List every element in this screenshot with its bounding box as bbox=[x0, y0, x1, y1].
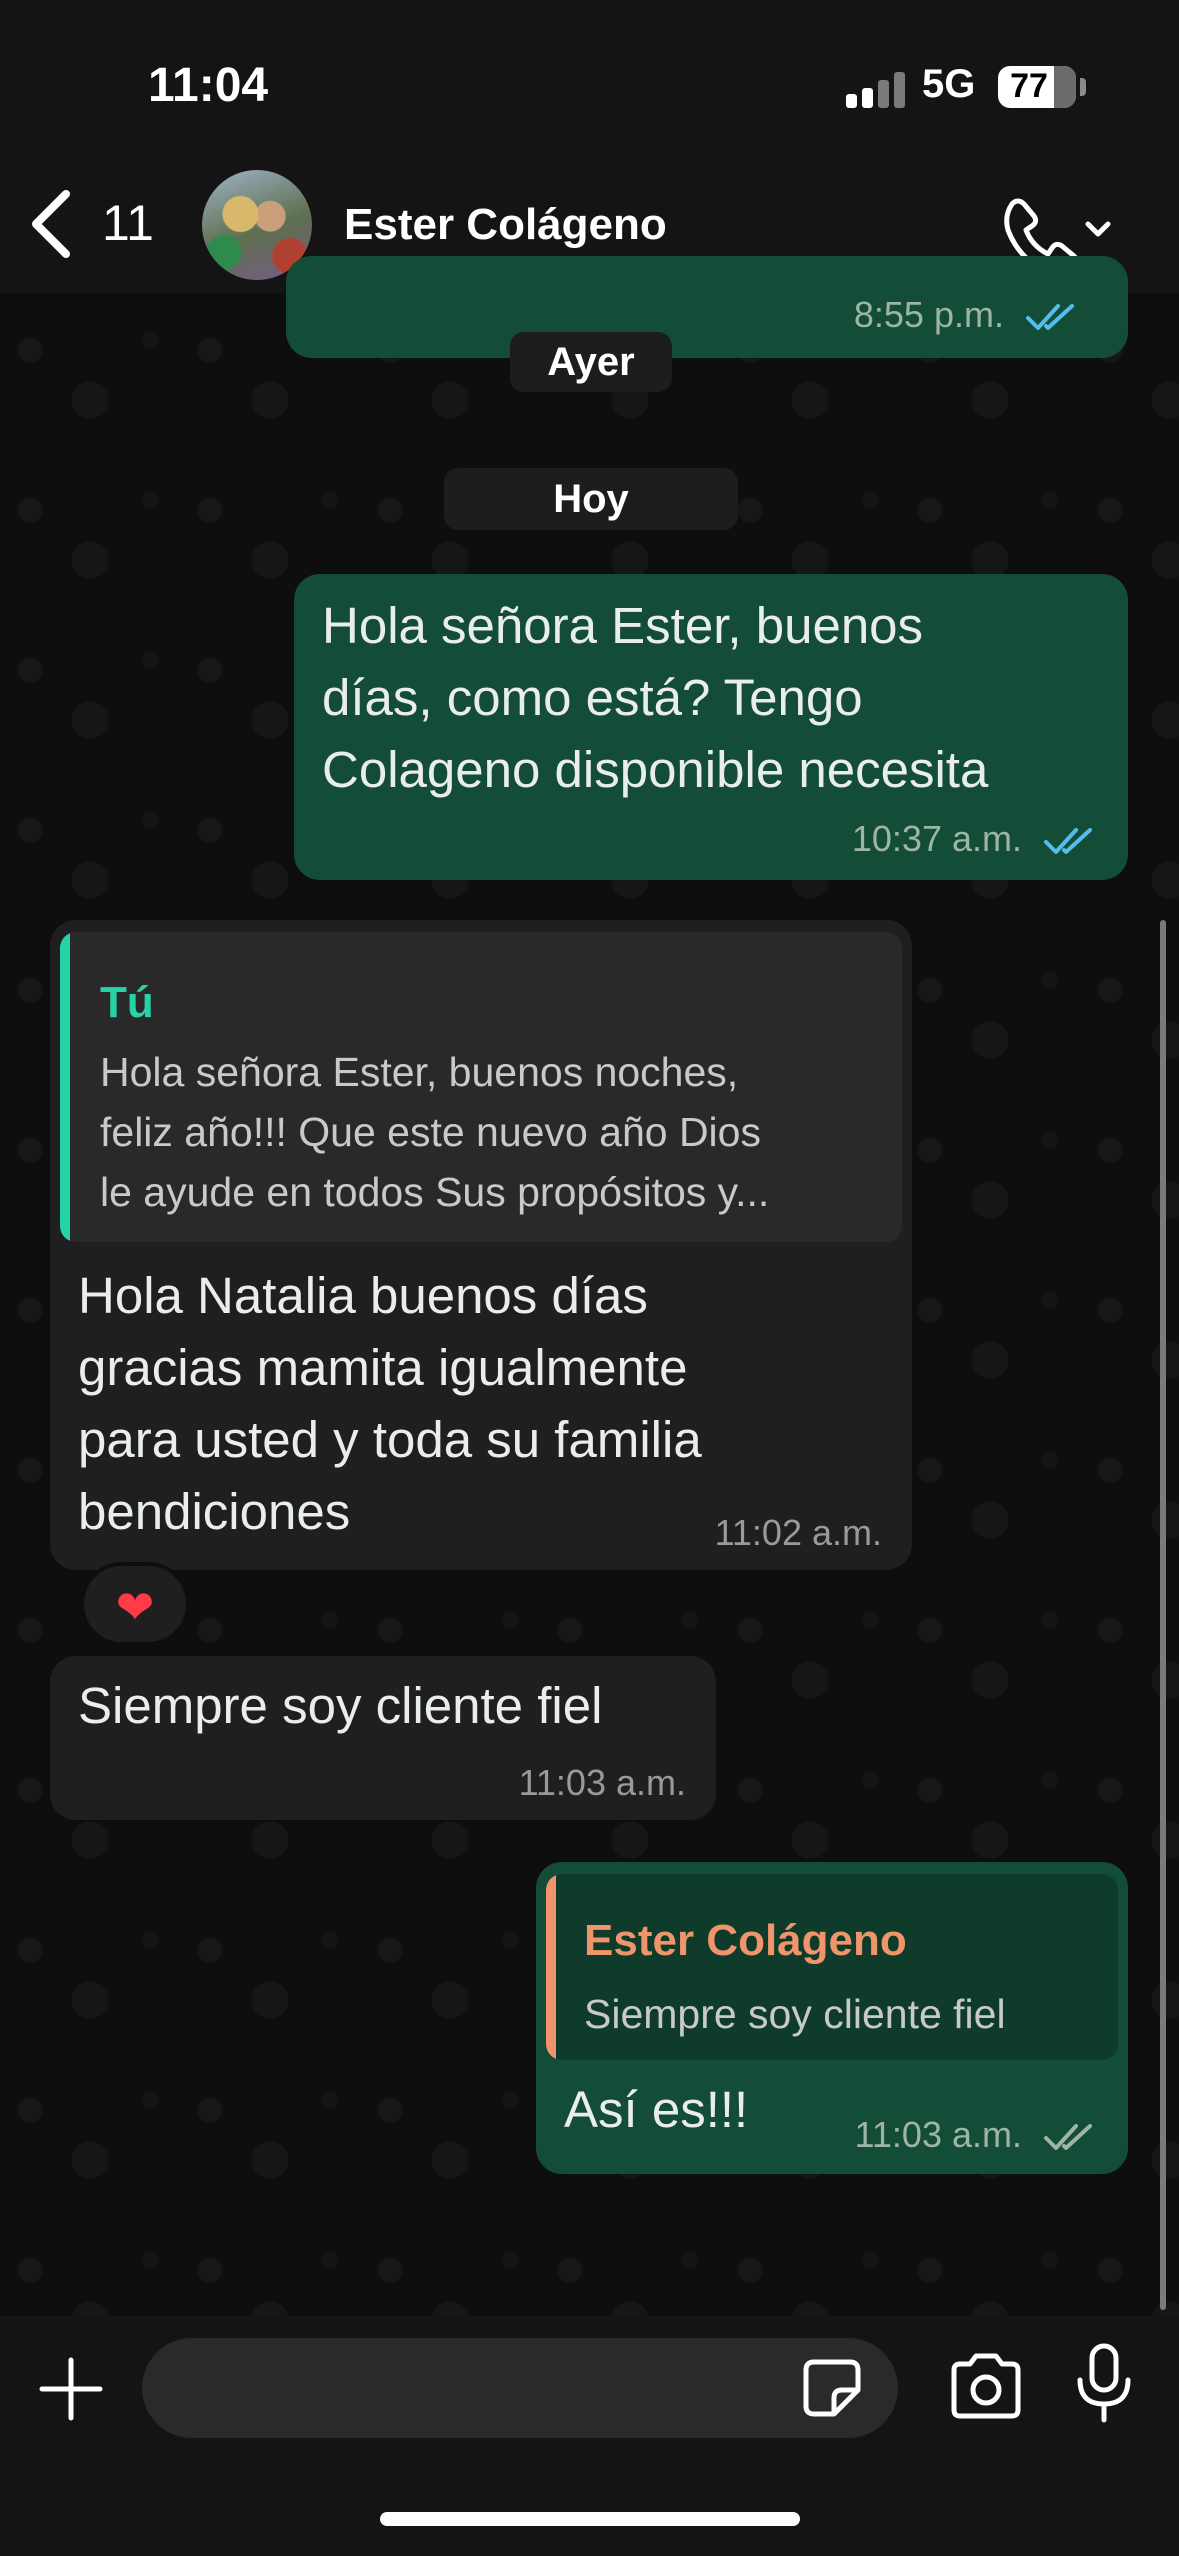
message-incoming[interactable]: Tú Hola señora Ester, buenos noches, fel… bbox=[50, 920, 912, 1570]
reply-text-line: Siempre soy cliente fiel bbox=[584, 1991, 1006, 2037]
back-button[interactable]: 11 bbox=[20, 180, 170, 270]
message-meta: 10:37 a.m. bbox=[852, 818, 1098, 860]
battery-icon: 77 bbox=[998, 66, 1076, 108]
reply-text-line: le ayude en todos Sus propósitos y... bbox=[100, 1169, 770, 1215]
message-incoming[interactable]: Siempre soy cliente fiel 11:03 a.m. bbox=[50, 1656, 716, 1820]
message-line: días, como está? Tengo bbox=[322, 669, 863, 726]
reply-text-line: Hola señora Ester, buenos noches, bbox=[100, 1049, 739, 1095]
message-time: 11:03 a.m. bbox=[518, 1762, 686, 1803]
attach-button[interactable] bbox=[38, 2356, 104, 2422]
sticker-icon bbox=[803, 2359, 861, 2417]
cellular-signal-icon bbox=[846, 72, 906, 108]
message-meta: 11:02 a.m. bbox=[715, 1512, 882, 1554]
message-reaction[interactable]: ❤ bbox=[80, 1562, 190, 1646]
message-line: Hola Natalia buenos días bbox=[78, 1267, 648, 1324]
message-line: gracias mamita igualmente bbox=[78, 1339, 688, 1396]
home-indicator[interactable] bbox=[380, 2512, 800, 2526]
message-line: bendiciones bbox=[78, 1483, 351, 1540]
microphone-icon bbox=[1077, 2343, 1131, 2423]
message-meta: 11:03 a.m. bbox=[855, 2114, 1098, 2156]
chevron-left-icon bbox=[32, 190, 70, 258]
reply-quote[interactable]: Tú Hola señora Ester, buenos noches, fel… bbox=[60, 932, 902, 1242]
status-time: 11:04 bbox=[148, 59, 269, 112]
double-check-read-icon bbox=[1044, 828, 1092, 855]
message-line: Siempre soy cliente fiel bbox=[78, 1677, 603, 1734]
message-outgoing[interactable]: 8:55 p.m. bbox=[286, 256, 1128, 358]
message-line: Colageno disponible necesita bbox=[322, 741, 989, 798]
date-separator-today: Hoy bbox=[444, 468, 738, 530]
message-line: para usted y toda su familia bbox=[78, 1411, 702, 1468]
double-check-read-icon bbox=[1026, 304, 1074, 331]
message-time: 11:03 a.m. bbox=[854, 2114, 1022, 2155]
message-time: 11:02 a.m. bbox=[714, 1512, 882, 1553]
message-outgoing[interactable]: Hola señora Ester, buenos días, como est… bbox=[294, 574, 1128, 880]
date-separator-yesterday: Ayer bbox=[510, 332, 672, 392]
message-line: Así es!!! bbox=[564, 2081, 749, 2138]
message-outgoing[interactable]: Ester Colágeno Siempre soy cliente fiel … bbox=[536, 1862, 1128, 2174]
microphone-button[interactable] bbox=[1072, 2342, 1136, 2426]
message-line: Hola señora Ester, buenos bbox=[322, 597, 924, 654]
message-input[interactable] bbox=[142, 2338, 898, 2438]
message-meta: 8:55 p.m. bbox=[854, 294, 1080, 336]
double-check-delivered-icon bbox=[1044, 2124, 1092, 2151]
chat-scrollbar[interactable] bbox=[1160, 920, 1166, 2310]
camera-icon bbox=[951, 2353, 1021, 2419]
battery-level: 77 bbox=[1010, 67, 1048, 105]
reply-author: Tú bbox=[100, 978, 154, 1027]
message-meta: 11:03 a.m. bbox=[519, 1762, 686, 1804]
contact-name[interactable]: Ester Colágeno bbox=[344, 200, 667, 250]
network-type: 5G bbox=[922, 62, 976, 106]
heart-reaction-icon: ❤ bbox=[115, 1581, 155, 1633]
message-time: 10:37 a.m. bbox=[851, 818, 1022, 859]
camera-button[interactable] bbox=[946, 2350, 1026, 2422]
reply-author: Ester Colágeno bbox=[584, 1916, 907, 1965]
chat-header: 11:04 5G 77 11 Ester Colágeno bbox=[0, 0, 1179, 293]
message-time: 8:55 p.m. bbox=[853, 294, 1004, 335]
plus-icon bbox=[39, 2357, 103, 2421]
reply-text-line: feliz año!!! Que este nuevo año Dios bbox=[100, 1109, 761, 1155]
battery-tip bbox=[1080, 78, 1086, 96]
sticker-button[interactable] bbox=[800, 2356, 864, 2420]
reply-quote[interactable]: Ester Colágeno Siempre soy cliente fiel bbox=[546, 1874, 1118, 2060]
unread-chats-count: 11 bbox=[102, 195, 154, 251]
